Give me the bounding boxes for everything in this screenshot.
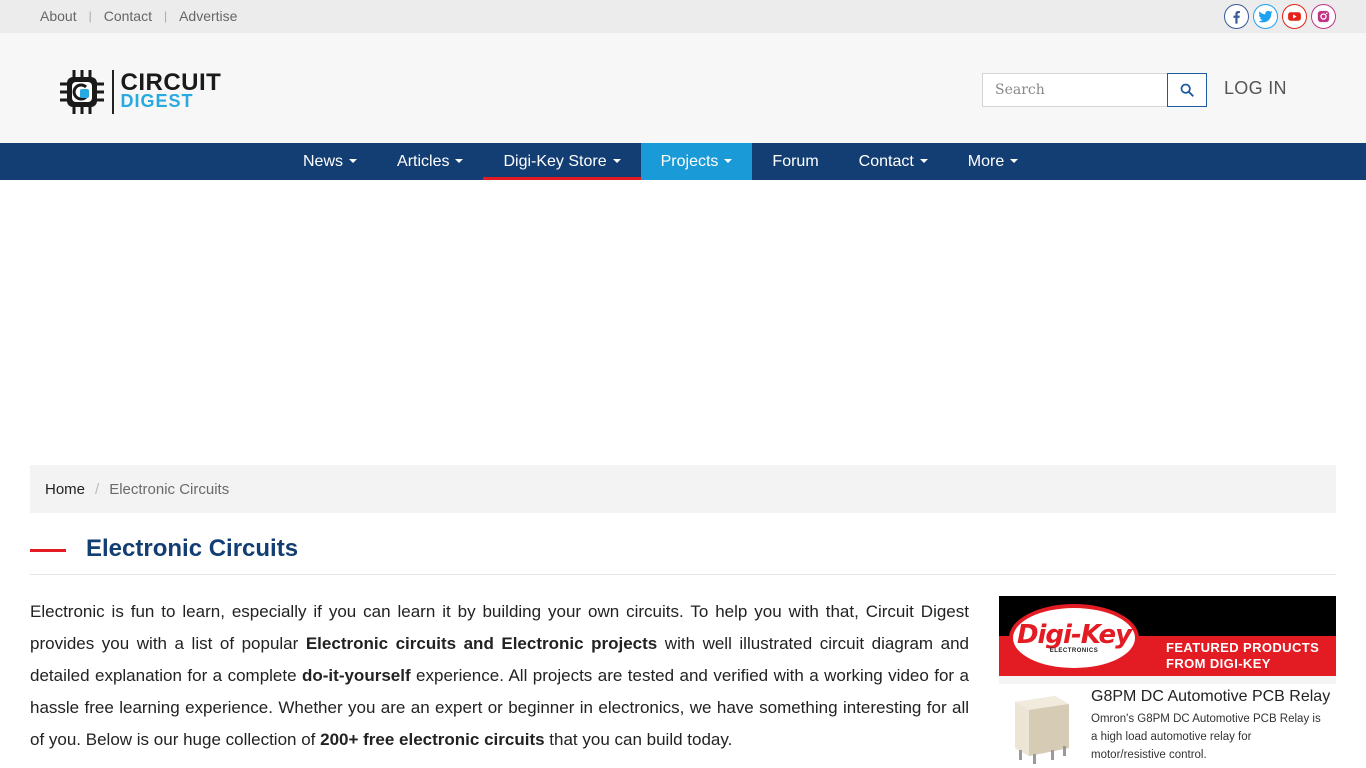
social-links xyxy=(1224,4,1336,29)
nav-label: Contact xyxy=(858,152,914,170)
youtube-icon[interactable] xyxy=(1282,4,1307,29)
ad-product-title: G8PM DC Automotive PCB Relay xyxy=(1091,688,1331,705)
twitter-icon[interactable] xyxy=(1253,4,1278,29)
nav-item-news[interactable]: News xyxy=(283,143,377,180)
breadcrumb-current: Electronic Circuits xyxy=(109,480,230,498)
nav-item-projects[interactable]: Projects xyxy=(640,143,753,180)
nav-item-contact[interactable]: Contact xyxy=(839,143,948,180)
logo-line-1: CIRCUIT xyxy=(120,69,222,96)
ad-product: G8PM DC Automotive PCB Relay Omron's G8P… xyxy=(999,684,1336,768)
breadcrumb-home[interactable]: Home xyxy=(45,481,85,498)
top-link-about[interactable]: About xyxy=(40,8,77,24)
caret-down-icon xyxy=(349,158,358,163)
digikey-brand-sub: ELECTRONICS xyxy=(1049,648,1099,654)
main-nav: News Articles Digi-Key Store Projects Fo… xyxy=(0,143,1366,180)
chip-logo-icon xyxy=(60,70,104,114)
title-accent-bar xyxy=(30,549,66,552)
nav-label: More xyxy=(967,152,1005,170)
nav-label: Digi-Key Store xyxy=(503,152,607,170)
nav-label: Forum xyxy=(772,152,819,170)
featured-line-1: FEATURED PRODUCTS xyxy=(1166,640,1320,655)
site-header: CIRCUIT DIGEST Search LOG IN xyxy=(0,33,1366,143)
breadcrumb: Home / Electronic Circuits xyxy=(30,465,1336,513)
site-logo[interactable]: CIRCUIT DIGEST xyxy=(58,68,221,116)
digikey-brand: Digi-Key xyxy=(1016,620,1132,650)
top-bar: About | Contact | Advertise xyxy=(0,0,1366,33)
nav-item-articles[interactable]: Articles xyxy=(377,143,483,180)
intro-bold: Electronic circuits and Electronic proje… xyxy=(305,634,658,653)
intro-paragraph: Electronic is fun to learn, especially i… xyxy=(30,596,969,756)
caret-down-icon xyxy=(724,158,733,163)
search-input[interactable]: Search xyxy=(982,73,1168,107)
caret-down-icon xyxy=(612,158,621,163)
intro-text: that you can build today. xyxy=(544,730,733,749)
nav-item-digikey-store[interactable]: Digi-Key Store xyxy=(483,143,641,180)
separator: | xyxy=(88,9,92,23)
search-icon xyxy=(1180,83,1194,97)
relay-product-image xyxy=(1015,696,1069,764)
login-link[interactable]: LOG IN xyxy=(1224,78,1287,99)
caret-down-icon xyxy=(1010,158,1019,163)
facebook-icon[interactable] xyxy=(1224,4,1249,29)
ad-product-description: Omron's G8PM DC Automotive PCB Relay is … xyxy=(1091,713,1321,761)
logo-wordmark: CIRCUIT DIGEST xyxy=(120,69,222,111)
nav-label: News xyxy=(303,152,344,170)
intro-bold: do-it-yourself xyxy=(302,666,411,685)
nav-item-forum[interactable]: Forum xyxy=(752,143,838,180)
digikey-logo: Digi-Key ELECTRONICS xyxy=(1009,604,1139,672)
featured-line-2: FROM DIGI-KEY xyxy=(1166,656,1271,671)
digikey-featured-ad[interactable]: Digi-Key ELECTRONICS FEATURED PRODUCTS F… xyxy=(999,596,1336,768)
page-title-row: Electronic Circuits xyxy=(30,530,1336,575)
separator: | xyxy=(163,9,168,23)
nav-label: Articles xyxy=(397,152,450,170)
nav-label: Projects xyxy=(660,152,719,170)
intro-bold: 200+ free electronic circuits xyxy=(320,730,545,749)
logo-divider xyxy=(112,70,114,114)
instagram-icon[interactable] xyxy=(1311,4,1336,29)
search-button[interactable] xyxy=(1167,73,1207,107)
nav-item-more[interactable]: More xyxy=(948,143,1038,180)
breadcrumb-separator: / xyxy=(95,480,100,498)
top-link-advertise[interactable]: Advertise xyxy=(179,8,237,24)
caret-down-icon xyxy=(919,158,928,163)
top-link-contact[interactable]: Contact xyxy=(104,8,152,24)
page-title: Electronic Circuits xyxy=(86,535,299,562)
featured-heading: FEATURED PRODUCTS FROM DIGI-KEY xyxy=(1166,640,1319,672)
top-links: About | Contact | Advertise xyxy=(40,8,237,24)
caret-down-icon xyxy=(455,158,464,163)
